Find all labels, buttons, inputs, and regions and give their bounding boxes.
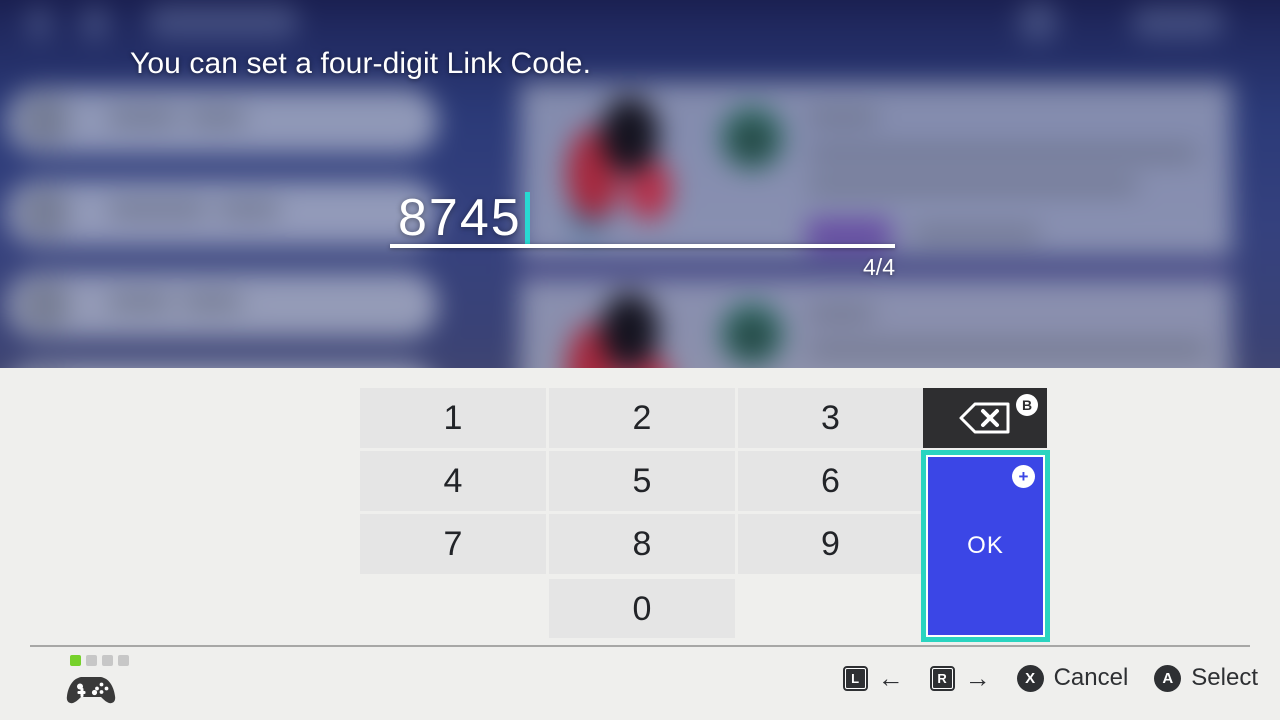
hint-prev-label: ←	[877, 663, 904, 693]
input-underline	[390, 244, 895, 248]
key-8[interactable]: 8	[549, 514, 735, 574]
hint-cancel-label: Cancel	[1053, 664, 1129, 691]
topbar-title-blob	[148, 4, 298, 38]
key-2[interactable]: 2	[549, 388, 735, 448]
backspace-key[interactable]: B	[923, 388, 1047, 448]
player-indicator-group	[70, 655, 129, 666]
background-menu-icon	[20, 188, 70, 238]
background-menu-label	[182, 294, 242, 310]
background-menu-icon	[20, 280, 70, 330]
key-9[interactable]: 9	[738, 514, 923, 574]
b-button-badge: B	[1016, 394, 1038, 416]
ok-key-face: + OK	[926, 455, 1045, 637]
background-menu-label	[218, 202, 280, 218]
key-blank-right	[738, 579, 923, 638]
background-text-line	[912, 226, 1040, 241]
topbar-blob	[82, 6, 108, 40]
hint-next[interactable]: R →	[929, 663, 991, 693]
ok-key[interactable]: + OK	[921, 450, 1050, 642]
footer-divider	[30, 645, 1250, 647]
background-menu-icon	[20, 96, 70, 146]
topbar-blob	[1018, 0, 1058, 42]
character-counter: 4/4	[863, 254, 895, 280]
gamepad-icon[interactable]	[66, 671, 116, 707]
text-caret	[524, 192, 530, 248]
backspace-icon	[959, 402, 1010, 434]
r-button-icon: R	[929, 665, 955, 691]
a-button-icon: A	[1154, 664, 1182, 692]
input-value: 8745	[398, 189, 522, 247]
topbar-blob	[28, 6, 50, 40]
player-indicator-3	[102, 655, 113, 666]
l-button-icon: L	[842, 665, 868, 691]
key-0[interactable]: 0	[549, 579, 735, 638]
background-menu-label	[108, 110, 178, 126]
background-ball-icon	[720, 302, 784, 366]
background-menu-label	[108, 294, 172, 310]
hint-prev[interactable]: L ←	[842, 663, 904, 693]
link-code-input[interactable]: 8745 4/4	[390, 182, 895, 282]
background-menu-label	[188, 110, 246, 126]
player-indicator-1	[70, 655, 81, 666]
background-sprite	[560, 286, 680, 368]
background-text-line	[808, 110, 878, 125]
hint-select-label: Select	[1191, 664, 1258, 691]
background-text-line	[808, 342, 1208, 357]
background-ball-icon	[720, 106, 784, 170]
footer-button-hints: L ← R → X Cancel A Select	[842, 663, 1258, 693]
key-7[interactable]: 7	[360, 514, 546, 574]
hint-next-label: →	[964, 663, 991, 693]
topbar-blob	[1132, 6, 1224, 38]
hint-select[interactable]: A Select	[1154, 664, 1258, 692]
prompt-text: You can set a four-digit Link Code.	[130, 47, 592, 80]
background-menu-label	[108, 202, 208, 218]
key-5[interactable]: 5	[549, 451, 735, 511]
key-blank-left	[360, 579, 546, 638]
screen-root: You can set a four-digit Link Code. 8745…	[0, 0, 1280, 720]
numeric-keypad: 123 456 7890	[360, 388, 923, 658]
background-text-line	[808, 306, 874, 321]
input-value-row: 8745	[390, 182, 895, 248]
plus-button-badge: +	[1012, 465, 1035, 488]
background-text-line	[808, 146, 1198, 161]
hint-cancel[interactable]: X Cancel	[1016, 664, 1129, 692]
key-6[interactable]: 6	[738, 451, 923, 511]
player-indicator-2	[86, 655, 97, 666]
key-4[interactable]: 4	[360, 451, 546, 511]
key-3[interactable]: 3	[738, 388, 923, 448]
key-1[interactable]: 1	[360, 388, 546, 448]
x-button-icon: X	[1016, 664, 1044, 692]
player-indicator-4	[118, 655, 129, 666]
ok-key-label: OK	[967, 532, 1004, 559]
